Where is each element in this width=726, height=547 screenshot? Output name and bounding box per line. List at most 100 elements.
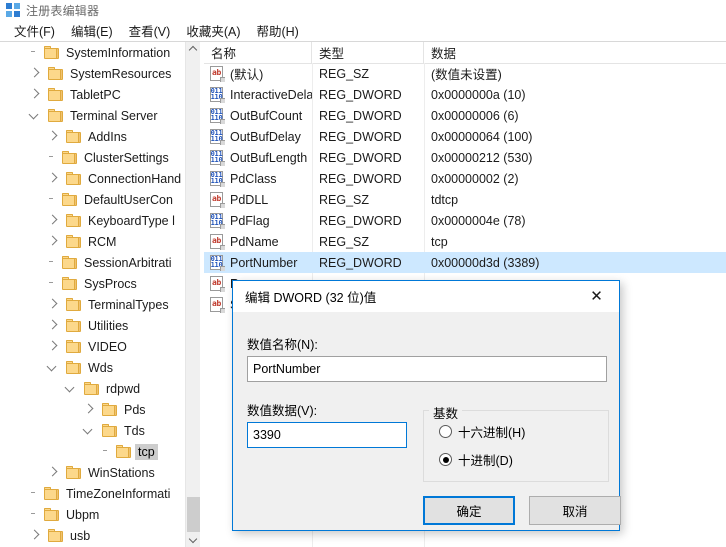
chevron-right-icon[interactable]: [46, 168, 60, 189]
column-header-data[interactable]: 数据: [424, 42, 726, 63]
chevron-right-icon[interactable]: [46, 315, 60, 336]
radio-hexadecimal[interactable]: 十六进制(H): [439, 422, 525, 441]
chevron-right-icon[interactable]: [46, 462, 60, 483]
value-data-input[interactable]: 3390: [247, 422, 407, 448]
scroll-down-arrow-icon[interactable]: [186, 532, 200, 547]
tree-node-systemresources[interactable]: SystemResources: [0, 63, 186, 84]
tree-vertical-scrollbar[interactable]: [185, 42, 200, 547]
tree-node-terminal-server[interactable]: Terminal Server: [0, 105, 186, 126]
tree-scrollbar-thumb[interactable]: [187, 497, 200, 533]
tree-node-ubpm[interactable]: Ubpm: [0, 504, 186, 525]
folder-icon: [48, 529, 63, 542]
table-row[interactable]: ab PdName REG_SZ tcp: [204, 231, 726, 252]
chevron-down-icon[interactable]: [28, 105, 42, 126]
title-bar: 注册表编辑器: [0, 0, 726, 20]
tree-node-label: Tds: [124, 423, 145, 438]
folder-icon: [66, 172, 81, 185]
folder-icon: [102, 424, 117, 437]
tree-node-label: Pds: [124, 402, 146, 417]
value-name-cell: OutBufDelay: [230, 129, 301, 144]
chevron-right-icon[interactable]: [46, 294, 60, 315]
tree-node-sessionarbitrati[interactable]: SessionArbitrati: [0, 252, 186, 273]
value-data-cell: tcp: [431, 234, 448, 249]
tree-node-wds[interactable]: Wds: [0, 357, 186, 378]
tree-node-systeminformation[interactable]: SystemInformation: [0, 42, 186, 63]
chevron-down-icon[interactable]: [64, 378, 78, 399]
table-row[interactable]: 011 110 OutBufCount REG_DWORD 0x00000006 (6): [204, 105, 726, 126]
radio-decimal[interactable]: 十进制(D): [439, 450, 513, 469]
tree-node-clustersettings[interactable]: ClusterSettings: [0, 147, 186, 168]
tree-node-usb[interactable]: usb: [0, 525, 186, 546]
menu-file[interactable]: 文件(F): [6, 19, 63, 42]
tree-node-video[interactable]: VIDEO: [0, 336, 186, 357]
menu-view[interactable]: 查看(V): [121, 19, 179, 42]
cancel-button[interactable]: 取消: [529, 496, 621, 525]
tree-node-label: DefaultUserCon: [84, 192, 173, 207]
tree-node-rcm[interactable]: RCM: [0, 231, 186, 252]
tree-node-sysprocs[interactable]: SysProcs: [0, 273, 186, 294]
chevron-down-icon[interactable]: [82, 420, 96, 441]
folder-icon: [66, 466, 81, 479]
radio-hexadecimal-label: 十六进制(H): [458, 426, 526, 440]
menu-edit[interactable]: 编辑(E): [63, 19, 121, 42]
value-name-input[interactable]: PortNumber: [247, 356, 607, 382]
tree-node-tcp[interactable]: tcp: [0, 441, 186, 462]
tree-node-label: Wds: [88, 360, 113, 375]
tree-node-connector: [46, 189, 56, 210]
tree-node-tabletpc[interactable]: TabletPC: [0, 84, 186, 105]
tree-node-addins[interactable]: AddIns: [0, 126, 186, 147]
table-row[interactable]: ab PdDLL REG_SZ tdtcp: [204, 189, 726, 210]
tree-node-pds[interactable]: Pds: [0, 399, 186, 420]
folder-icon: [66, 319, 81, 332]
close-icon[interactable]: ✕: [574, 281, 619, 311]
menu-favorites[interactable]: 收藏夹(A): [178, 19, 248, 42]
tree-node-utilities[interactable]: Utilities: [0, 315, 186, 336]
chevron-right-icon[interactable]: [46, 231, 60, 252]
table-row[interactable]: 011 110 InteractiveDelay REG_DWORD 0x0000000…: [204, 84, 726, 105]
tree-node-rdpwd[interactable]: rdpwd: [0, 378, 186, 399]
tree-node-keyboardtype-l[interactable]: KeyboardType l: [0, 210, 186, 231]
value-data-cell: 0x0000000a (10): [431, 87, 526, 102]
chevron-right-icon[interactable]: [28, 84, 42, 105]
table-row[interactable]: 011 110 PdClass REG_DWORD 0x00000002 (2): [204, 168, 726, 189]
folder-icon: [66, 130, 81, 143]
tree-node-timezoneinformati[interactable]: TimeZoneInformati: [0, 483, 186, 504]
table-row[interactable]: ab (默认) REG_SZ (数值未设置): [204, 63, 726, 84]
registry-tree[interactable]: SystemInformation SystemResources TabletPC…: [0, 42, 186, 547]
column-header-type[interactable]: 类型: [312, 42, 424, 63]
tree-node-tds[interactable]: Tds: [0, 420, 186, 441]
chevron-down-icon[interactable]: [46, 357, 60, 378]
chevron-right-icon[interactable]: [28, 525, 42, 546]
column-header-name[interactable]: 名称: [204, 42, 312, 63]
chevron-right-icon[interactable]: [28, 63, 42, 84]
chevron-right-icon[interactable]: [46, 210, 60, 231]
values-list-header: 名称 类型 数据: [204, 42, 726, 64]
table-row[interactable]: 011 110 OutBufLength REG_DWORD 0x00000212 (5…: [204, 147, 726, 168]
chevron-right-icon[interactable]: [46, 336, 60, 357]
tree-node-connector: [100, 441, 110, 462]
ok-button[interactable]: 确定: [423, 496, 515, 525]
menu-help[interactable]: 帮助(H): [248, 19, 306, 42]
chevron-right-icon[interactable]: [82, 399, 96, 420]
table-row[interactable]: 011 110 PdFlag REG_DWORD 0x0000004e (78): [204, 210, 726, 231]
table-row[interactable]: 011 110 OutBufDelay REG_DWORD 0x00000064 (10…: [204, 126, 726, 147]
tree-node-connectionhand[interactable]: ConnectionHand: [0, 168, 186, 189]
scroll-up-arrow-icon[interactable]: [186, 42, 200, 57]
tree-node-connector: [46, 147, 56, 168]
chevron-right-icon[interactable]: [46, 126, 60, 147]
tree-node-terminaltypes[interactable]: TerminalTypes: [0, 294, 186, 315]
tree-node-winstations[interactable]: WinStations: [0, 462, 186, 483]
tree-node-defaultusercon[interactable]: DefaultUserCon: [0, 189, 186, 210]
tree-node-connector: [46, 252, 56, 273]
table-row[interactable]: 011 110 PortNumber REG_DWORD 0x00000d3d (338…: [204, 252, 726, 273]
folder-icon: [62, 277, 77, 290]
tree-node-connector: [28, 504, 38, 525]
